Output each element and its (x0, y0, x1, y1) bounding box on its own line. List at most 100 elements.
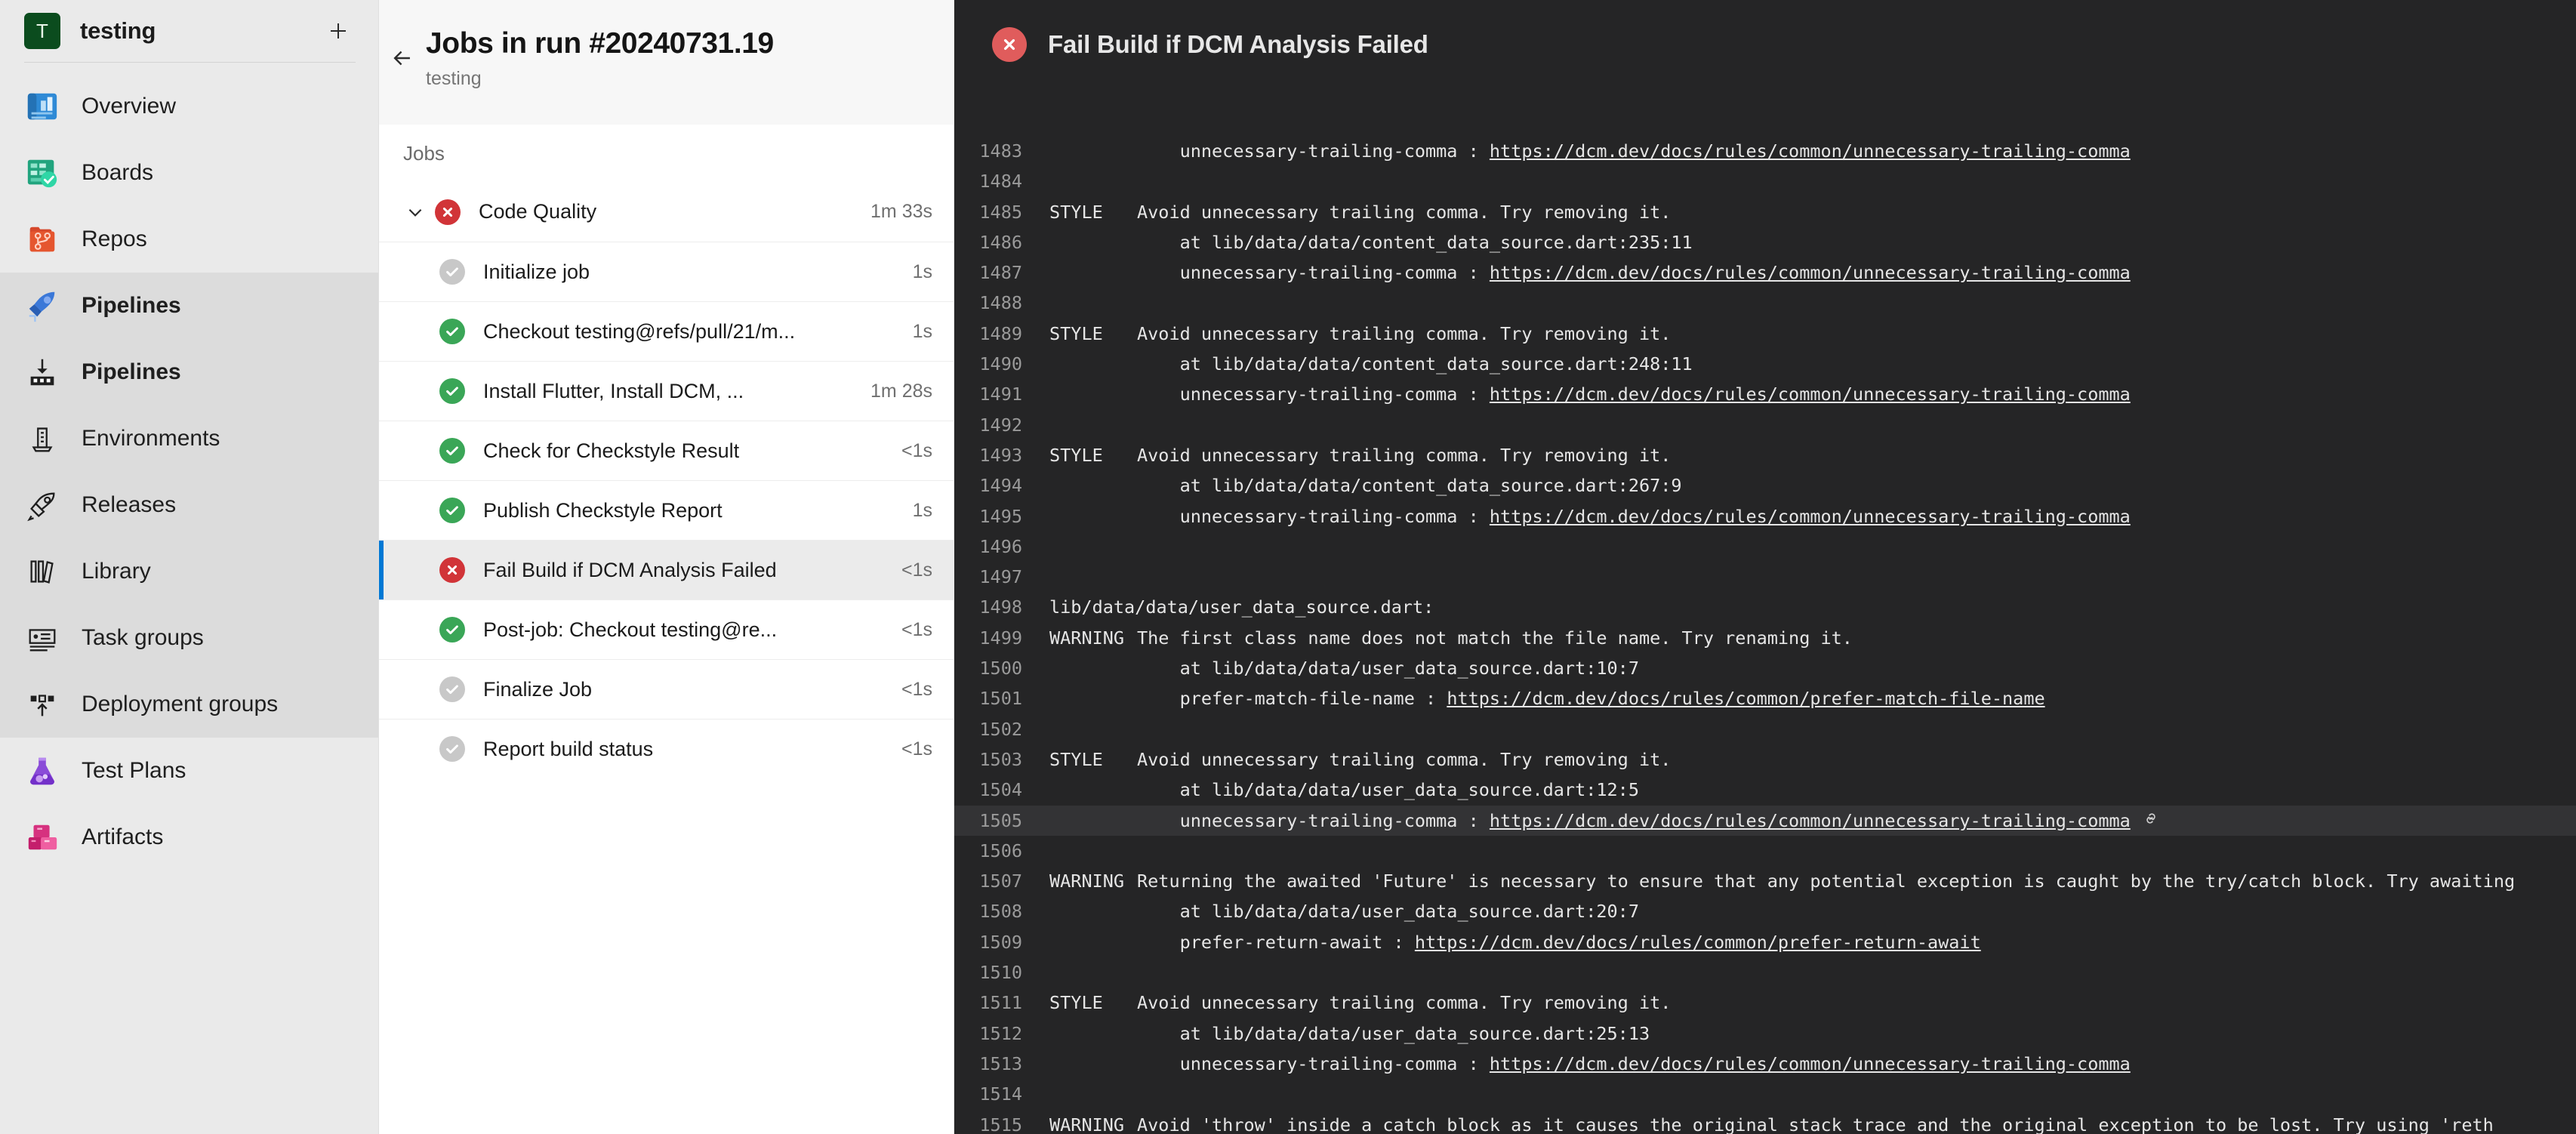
job-row[interactable]: Install Flutter, Install DCM, ... 1m 28s (379, 361, 954, 421)
releases-icon (24, 487, 60, 523)
log-line: 1499 WARNING The first class name does not… (954, 623, 2576, 653)
project-header: T testing (0, 0, 378, 62)
log-line: 1493 STYLE Avoid unnecessary trailing comm… (954, 440, 2576, 470)
sidebar-item-releases[interactable]: Releases (0, 472, 378, 538)
status-icon-succeeded (439, 617, 465, 642)
log-line-number: 1498 (979, 596, 1022, 618)
log-line: 1495 unnecessary-trailing-comma : https:… (954, 501, 2576, 532)
sidebar-item-repos[interactable]: Repos (0, 206, 378, 273)
sidebar-item-task-groups[interactable]: Task groups (0, 605, 378, 671)
project-avatar: T (24, 13, 60, 49)
chevron-down-icon[interactable] (402, 202, 429, 222)
log-line: 1515 WARNING Avoid 'throw' inside a catch … (954, 1110, 2576, 1134)
sidebar-item-test-plans[interactable]: Test Plans (0, 738, 378, 804)
sidebar-item-label: Releases (82, 492, 177, 517)
job-row[interactable]: Checkout testing@refs/pull/21/m... 1s (379, 301, 954, 361)
log-line-number: 1484 (979, 171, 1022, 193)
log-message: at lib/data/data/content_data_source.dar… (1137, 353, 1693, 375)
log-line-number: 1502 (979, 718, 1022, 740)
job-duration: 1m 33s (870, 201, 932, 222)
log-line: 1506 (954, 836, 2576, 866)
log-rule-link[interactable]: https://dcm.dev/docs/rules/common/prefer… (1415, 932, 1981, 953)
log-rule-link[interactable]: https://dcm.dev/docs/rules/common/prefer… (1447, 688, 2044, 709)
job-row[interactable]: Report build status <1s (379, 719, 954, 778)
sidebar-item-boards[interactable]: Boards (0, 140, 378, 206)
log-message: at lib/data/data/user_data_source.dart:1… (1137, 658, 1639, 679)
log-line: 1503 STYLE Avoid unnecessary trailing comm… (954, 744, 2576, 775)
sidebar-item-label: Artifacts (82, 824, 164, 849)
log-line-number: 1505 (979, 809, 1022, 831)
sidebar-item-pipelines-runs[interactable]: Pipelines (0, 339, 378, 405)
log-line-number: 1501 (979, 688, 1022, 710)
log-rule-link[interactable]: https://dcm.dev/docs/rules/common/unnece… (1490, 506, 2131, 527)
log-output[interactable]: 1483 unnecessary-trailing-comma : https:… (954, 89, 2576, 1134)
job-row[interactable]: Publish Checkstyle Report 1s (379, 480, 954, 540)
sidebar-item-artifacts[interactable]: Artifacts (0, 804, 378, 871)
sidebar-item-deployment-groups[interactable]: Deployment groups (0, 671, 378, 738)
log-line-number: 1507 (979, 871, 1022, 892)
log-line-number: 1511 (979, 992, 1022, 1014)
log-line-number: 1512 (979, 1022, 1022, 1044)
log-line: 1504 at lib/data/data/user_data_source.d… (954, 775, 2576, 805)
log-line: 1510 (954, 957, 2576, 988)
log-line-number: 1488 (979, 292, 1022, 314)
sidebar-item-pipelines[interactable]: Pipelines (0, 273, 378, 339)
log-line-number: 1490 (979, 353, 1022, 375)
boards-icon (24, 155, 60, 191)
log-message: prefer-match-file-name : (1137, 688, 1447, 710)
log-line-number: 1494 (979, 475, 1022, 497)
sidebar-item-environments[interactable]: Environments (0, 405, 378, 472)
log-line: 1498 lib/data/data/user_data_source.dart: (954, 592, 2576, 622)
log-link-wrap: https://dcm.dev/docs/rules/common/prefer… (1415, 927, 1981, 957)
overview-icon (24, 88, 60, 125)
log-line-number: 1487 (979, 262, 1022, 284)
log-line-number: 1491 (979, 384, 1022, 405)
status-icon-succeeded (439, 438, 465, 464)
project-name: testing (80, 17, 156, 44)
log-line: 1514 (954, 1079, 2576, 1109)
job-name: Check for Checkstyle Result (483, 439, 740, 462)
sidebar-nav: Overview Boards Repos Pipelines Pipeline… (0, 63, 378, 871)
log-rule-link[interactable]: https://dcm.dev/docs/rules/common/unnece… (1490, 140, 2131, 162)
status-icon-succeeded (439, 378, 465, 404)
log-line: 1501 prefer-match-file-name : https://dc… (954, 683, 2576, 713)
job-name: Fail Build if DCM Analysis Failed (483, 558, 777, 581)
job-row[interactable]: Check for Checkstyle Result <1s (379, 421, 954, 480)
log-line: 1497 (954, 562, 2576, 592)
sidebar-item-label: Pipelines (82, 293, 181, 318)
log-rule-link[interactable]: https://dcm.dev/docs/rules/common/unnece… (1490, 1053, 2131, 1074)
job-row[interactable]: Code Quality 1m 33s (379, 182, 954, 242)
job-row[interactable]: Fail Build if DCM Analysis Failed <1s (379, 540, 954, 599)
project-sidebar: T testing Overview Boards Repos Pipeline… (0, 0, 379, 1134)
status-icon-succeeded (439, 498, 465, 523)
log-line-number: 1486 (979, 231, 1022, 253)
log-rule-link[interactable]: https://dcm.dev/docs/rules/common/unnece… (1490, 810, 2131, 831)
job-duration: <1s (901, 439, 932, 461)
task-groups-icon (24, 620, 60, 656)
sidebar-item-label: Pipelines (82, 359, 181, 384)
log-rule-link[interactable]: https://dcm.dev/docs/rules/common/unnece… (1490, 384, 2131, 405)
jobs-panel: Jobs in run #20240731.19 testing Jobs Co… (379, 0, 954, 1134)
add-icon[interactable] (321, 14, 356, 48)
log-link-wrap: https://dcm.dev/docs/rules/common/unnece… (1490, 379, 2131, 409)
log-severity: WARNING (1049, 627, 1125, 649)
sidebar-item-label: Repos (82, 226, 147, 251)
job-name: Install Flutter, Install DCM, ... (483, 379, 744, 402)
log-line-number: 1500 (979, 658, 1022, 679)
sidebar-item-overview[interactable]: Overview (0, 73, 378, 140)
log-rule-link[interactable]: https://dcm.dev/docs/rules/common/unnece… (1490, 262, 2131, 283)
log-message: unnecessary-trailing-comma : (1137, 140, 1490, 162)
log-line-number: 1514 (979, 1083, 1022, 1105)
log-line-number: 1513 (979, 1052, 1022, 1074)
log-severity: STYLE (1049, 748, 1103, 770)
jobs-list: Code Quality 1m 33s Initialize job 1s Checko… (379, 182, 954, 778)
job-row[interactable]: Finalize Job <1s (379, 659, 954, 719)
sidebar-item-library[interactable]: Library (0, 538, 378, 605)
log-line: 1509 prefer-return-await : https://dcm.d… (954, 927, 2576, 957)
back-arrow-icon[interactable] (379, 24, 426, 125)
job-row[interactable]: Initialize job 1s (379, 242, 954, 301)
link-icon[interactable] (2143, 810, 2159, 827)
status-icon-failed (435, 199, 461, 225)
job-row[interactable]: Post-job: Checkout testing@re... <1s (379, 599, 954, 659)
artifacts-icon (24, 819, 60, 855)
